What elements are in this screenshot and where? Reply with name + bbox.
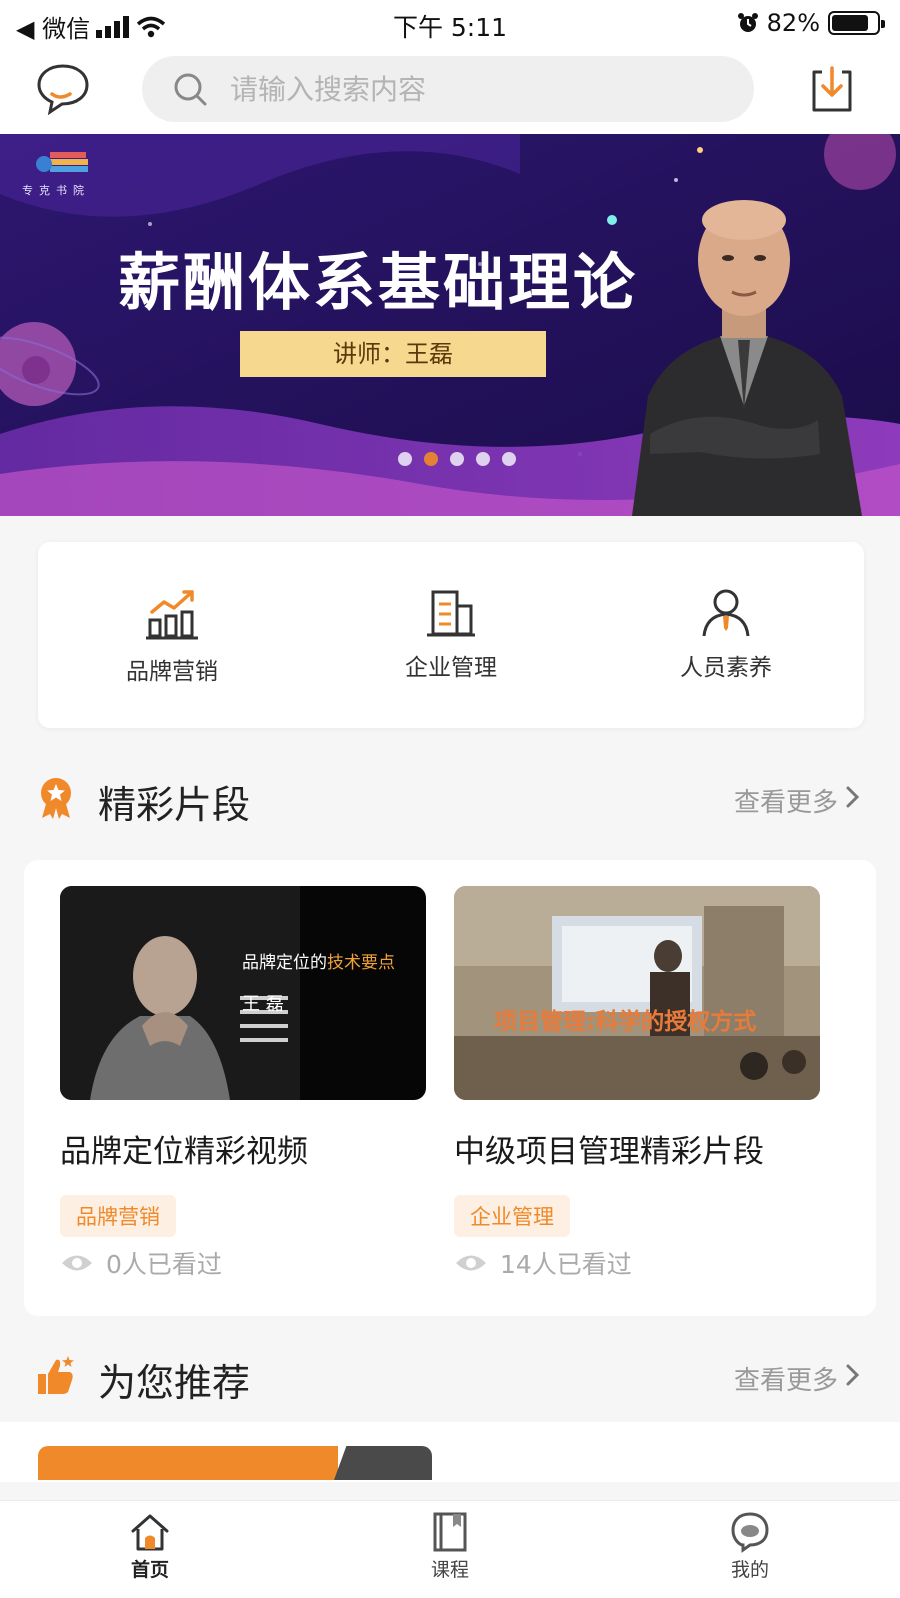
- category-label: 人员素养: [680, 655, 772, 681]
- thumb-caption: 品牌定位的技术要点: [242, 948, 395, 973]
- eye-icon: [62, 1255, 92, 1271]
- category-label: 企业管理: [405, 655, 497, 681]
- clip-category-tag: 企业管理: [454, 1195, 570, 1237]
- highlights-header: 精彩片段 查看更多: [0, 768, 900, 828]
- section-title: 精彩片段: [98, 783, 251, 827]
- status-bar: ◀ 微信 下午 5:11 82%: [0, 0, 900, 46]
- top-header: [0, 46, 900, 134]
- message-icon[interactable]: [34, 60, 92, 118]
- clip-card[interactable]: 项目管理:科学的授权方式 中级项目管理精彩片段 企业管理 14人已看过: [454, 886, 820, 1281]
- carousel-dots: [398, 452, 516, 466]
- category-item-staff-quality[interactable]: 人员素养: [646, 588, 806, 682]
- app-screen: ◀ 微信 下午 5:11 82% 请输入搜索内容 专克书院 薪酬体系基础理论 讲…: [0, 0, 900, 1598]
- eye-icon: [456, 1255, 486, 1271]
- search-input[interactable]: [230, 72, 710, 106]
- award-badge-icon: [41, 778, 71, 819]
- category-card: 品牌营销 企业管理 人员素养: [38, 542, 864, 728]
- tab-label: 首页: [130, 1559, 169, 1581]
- tab-profile[interactable]: 我的: [690, 1511, 810, 1582]
- alarm-icon: [737, 13, 758, 32]
- bottom-tab-bar: 首页 课程 我的: [0, 1500, 900, 1598]
- view-more-link[interactable]: 查看更多: [734, 782, 838, 819]
- carousel-dot[interactable]: [398, 452, 412, 466]
- person-icon: [702, 589, 750, 637]
- banner-title: 薪酬体系基础理论: [118, 246, 639, 319]
- view-more-link[interactable]: 查看更多: [734, 1360, 838, 1397]
- battery-percent: 82%: [766, 9, 820, 37]
- thumb-caption: 项目管理:科学的授权方式: [494, 1009, 757, 1035]
- recommend-header: 为您推荐 查看更多: [0, 1346, 900, 1406]
- chevron-right-icon[interactable]: [842, 780, 864, 814]
- thumb-instructor-name: 王 磊: [242, 994, 284, 1015]
- carousel-dot[interactable]: [502, 452, 516, 466]
- clip-title[interactable]: 中级项目管理精彩片段: [454, 1126, 820, 1171]
- recommend-list: [0, 1422, 900, 1482]
- home-icon: [131, 1514, 169, 1551]
- banner-instructor-tag: 讲师：王磊: [240, 331, 546, 377]
- view-count-text: 0人已看过: [106, 1250, 222, 1279]
- banner-logo: 专克书院: [22, 184, 90, 197]
- clip-view-count: 14人已看过: [454, 1245, 820, 1281]
- thumb-caption-b: 技术要点: [327, 953, 395, 973]
- view-count-text: 14人已看过: [500, 1250, 632, 1279]
- carousel-dot[interactable]: [424, 452, 438, 466]
- tab-courses[interactable]: 课程: [390, 1511, 510, 1582]
- tab-label: 课程: [430, 1559, 469, 1581]
- book-icon: [433, 1512, 467, 1552]
- tab-home[interactable]: 首页: [90, 1511, 210, 1582]
- chart-growth-icon: [146, 590, 198, 640]
- profile-icon: [731, 1512, 769, 1553]
- clip-thumbnail[interactable]: 品牌定位的技术要点 王 磊: [60, 886, 426, 1100]
- battery-icon: [828, 11, 885, 35]
- building-icon: [427, 590, 475, 637]
- thumbnail-artwork: [454, 886, 820, 1100]
- search-bar[interactable]: [142, 56, 754, 122]
- clip-view-count: 0人已看过: [60, 1245, 426, 1281]
- battery-level: [832, 15, 869, 31]
- clip-category-tag: 品牌营销: [60, 1195, 176, 1237]
- thumb-dark-strip: [334, 1446, 432, 1480]
- recommend-item-thumbnail[interactable]: [38, 1446, 432, 1480]
- clip-thumbnail[interactable]: 项目管理:科学的授权方式: [454, 886, 820, 1100]
- thumb-caption-a: 品牌定位的: [242, 953, 327, 973]
- thumb-orange-strip: [38, 1446, 338, 1480]
- tab-label: 我的: [730, 1559, 769, 1581]
- highlights-panel: 品牌定位的技术要点 王 磊 品牌定位精彩视频 品牌营销 0人已看过 项目管理:科…: [24, 860, 876, 1316]
- category-item-enterprise-management[interactable]: 企业管理: [371, 588, 531, 682]
- carousel-dot[interactable]: [450, 452, 464, 466]
- section-title: 为您推荐: [98, 1361, 251, 1405]
- clip-card[interactable]: 品牌定位的技术要点 王 磊 品牌定位精彩视频 品牌营销 0人已看过: [60, 886, 426, 1281]
- category-item-brand-marketing[interactable]: 品牌营销: [92, 588, 252, 686]
- status-right: 82%: [737, 9, 885, 37]
- battery-cap: [881, 20, 885, 28]
- chevron-right-icon[interactable]: [842, 1358, 864, 1392]
- download-icon[interactable]: [806, 64, 858, 116]
- course-banner[interactable]: 专克书院 薪酬体系基础理论 讲师：王磊: [0, 134, 900, 516]
- clip-title[interactable]: 品牌定位精彩视频: [60, 1126, 426, 1171]
- thumbs-up-icon: [38, 1356, 74, 1394]
- search-icon: [174, 73, 207, 106]
- carousel-dot[interactable]: [476, 452, 490, 466]
- category-label: 品牌营销: [126, 659, 218, 685]
